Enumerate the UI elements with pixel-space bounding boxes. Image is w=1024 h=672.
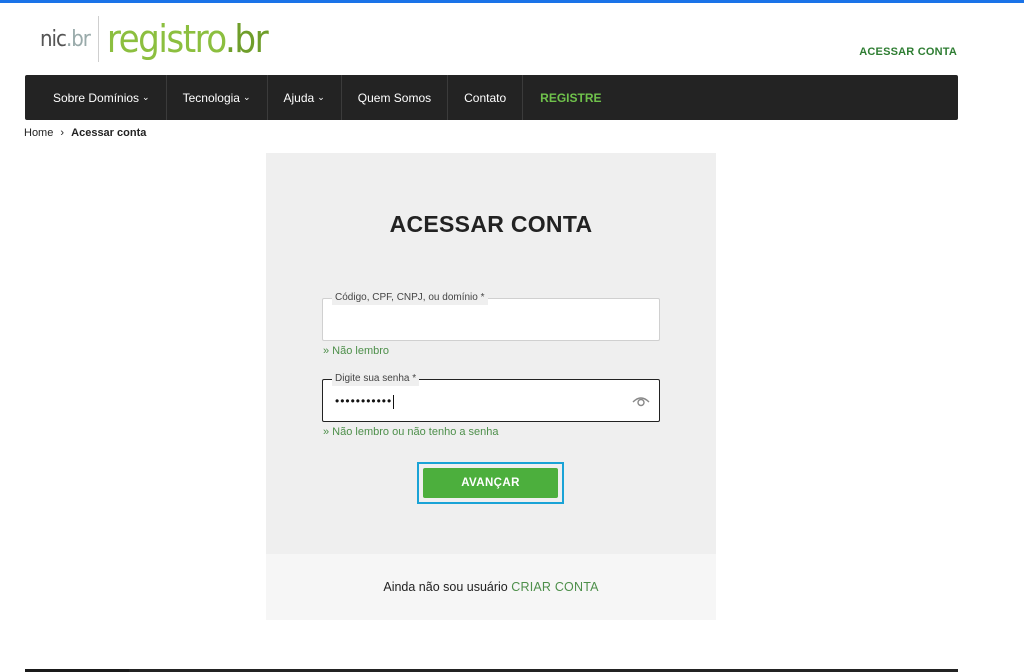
- signup-prompt-text: Ainda não sou usuário: [383, 580, 508, 594]
- forgot-id-link[interactable]: » Não lembro: [323, 345, 389, 357]
- logo-divider: [97, 16, 99, 62]
- id-field-label: Código, CPF, CNPJ, ou domínio *: [332, 291, 488, 305]
- nav-item-label: Sobre Domínios: [53, 90, 140, 105]
- nav-item-label: REGISTRE: [540, 90, 602, 105]
- nav-item-registre[interactable]: REGISTRE: [523, 75, 617, 120]
- create-account-link[interactable]: CRIAR CONTA: [511, 580, 598, 594]
- nav-item-label: Ajuda: [283, 90, 315, 105]
- breadcrumb-separator: ›: [60, 127, 65, 139]
- login-card: ACESSAR CONTA Código, CPF, CNPJ, ou domí…: [266, 153, 716, 554]
- chevron-down-icon: ⌄: [242, 92, 251, 102]
- chevron-down-icon: ⌄: [142, 92, 150, 102]
- password-field[interactable]: Digite sua senha * •••••••••••: [322, 372, 660, 422]
- text-caret: [393, 394, 395, 409]
- nic-br-logo: nic.br: [40, 26, 91, 52]
- nav-item-contato[interactable]: Contato: [448, 75, 524, 120]
- nav-item-label: Quem Somos: [357, 90, 432, 105]
- site-logo[interactable]: nic.br registro.br: [40, 14, 269, 64]
- password-field-value: •••••••••••: [335, 394, 395, 409]
- password-field-label: Digite sua senha *: [332, 372, 420, 386]
- forgot-password-link[interactable]: » Não lembro ou não tenho a senha: [323, 426, 499, 438]
- nav-item-label: Contato: [464, 90, 507, 105]
- registro-br-logo: registro.br: [106, 17, 269, 61]
- nav-item-ajuda[interactable]: Ajuda ⌄: [268, 75, 342, 120]
- id-field[interactable]: Código, CPF, CNPJ, ou domínio *: [322, 291, 660, 341]
- main-navigation: Sobre Domínios ⌄ Tecnologia ⌄ Ajuda ⌄ Qu…: [25, 75, 958, 120]
- submit-button[interactable]: AVANÇAR: [423, 468, 558, 498]
- submit-focus-ring: AVANÇAR: [417, 462, 564, 504]
- signup-prompt: Ainda não sou usuário CRIAR CONTA: [266, 554, 716, 620]
- nav-item-tecnologia[interactable]: Tecnologia ⌄: [167, 75, 268, 120]
- page-title: ACESSAR CONTA: [389, 211, 593, 237]
- breadcrumb: Home › Acessar conta: [24, 127, 146, 139]
- breadcrumb-home-link[interactable]: Home: [24, 127, 53, 139]
- chevron-down-icon: ⌄: [317, 92, 325, 102]
- nav-item-quem-somos[interactable]: Quem Somos: [342, 75, 449, 120]
- header-login-link[interactable]: ACESSAR CONTA: [859, 46, 957, 58]
- nav-item-sobre-dominios[interactable]: Sobre Domínios ⌄: [25, 75, 167, 120]
- breadcrumb-current: Acessar conta: [71, 127, 147, 139]
- nav-item-label: Tecnologia: [182, 90, 240, 105]
- eye-icon[interactable]: [631, 392, 651, 410]
